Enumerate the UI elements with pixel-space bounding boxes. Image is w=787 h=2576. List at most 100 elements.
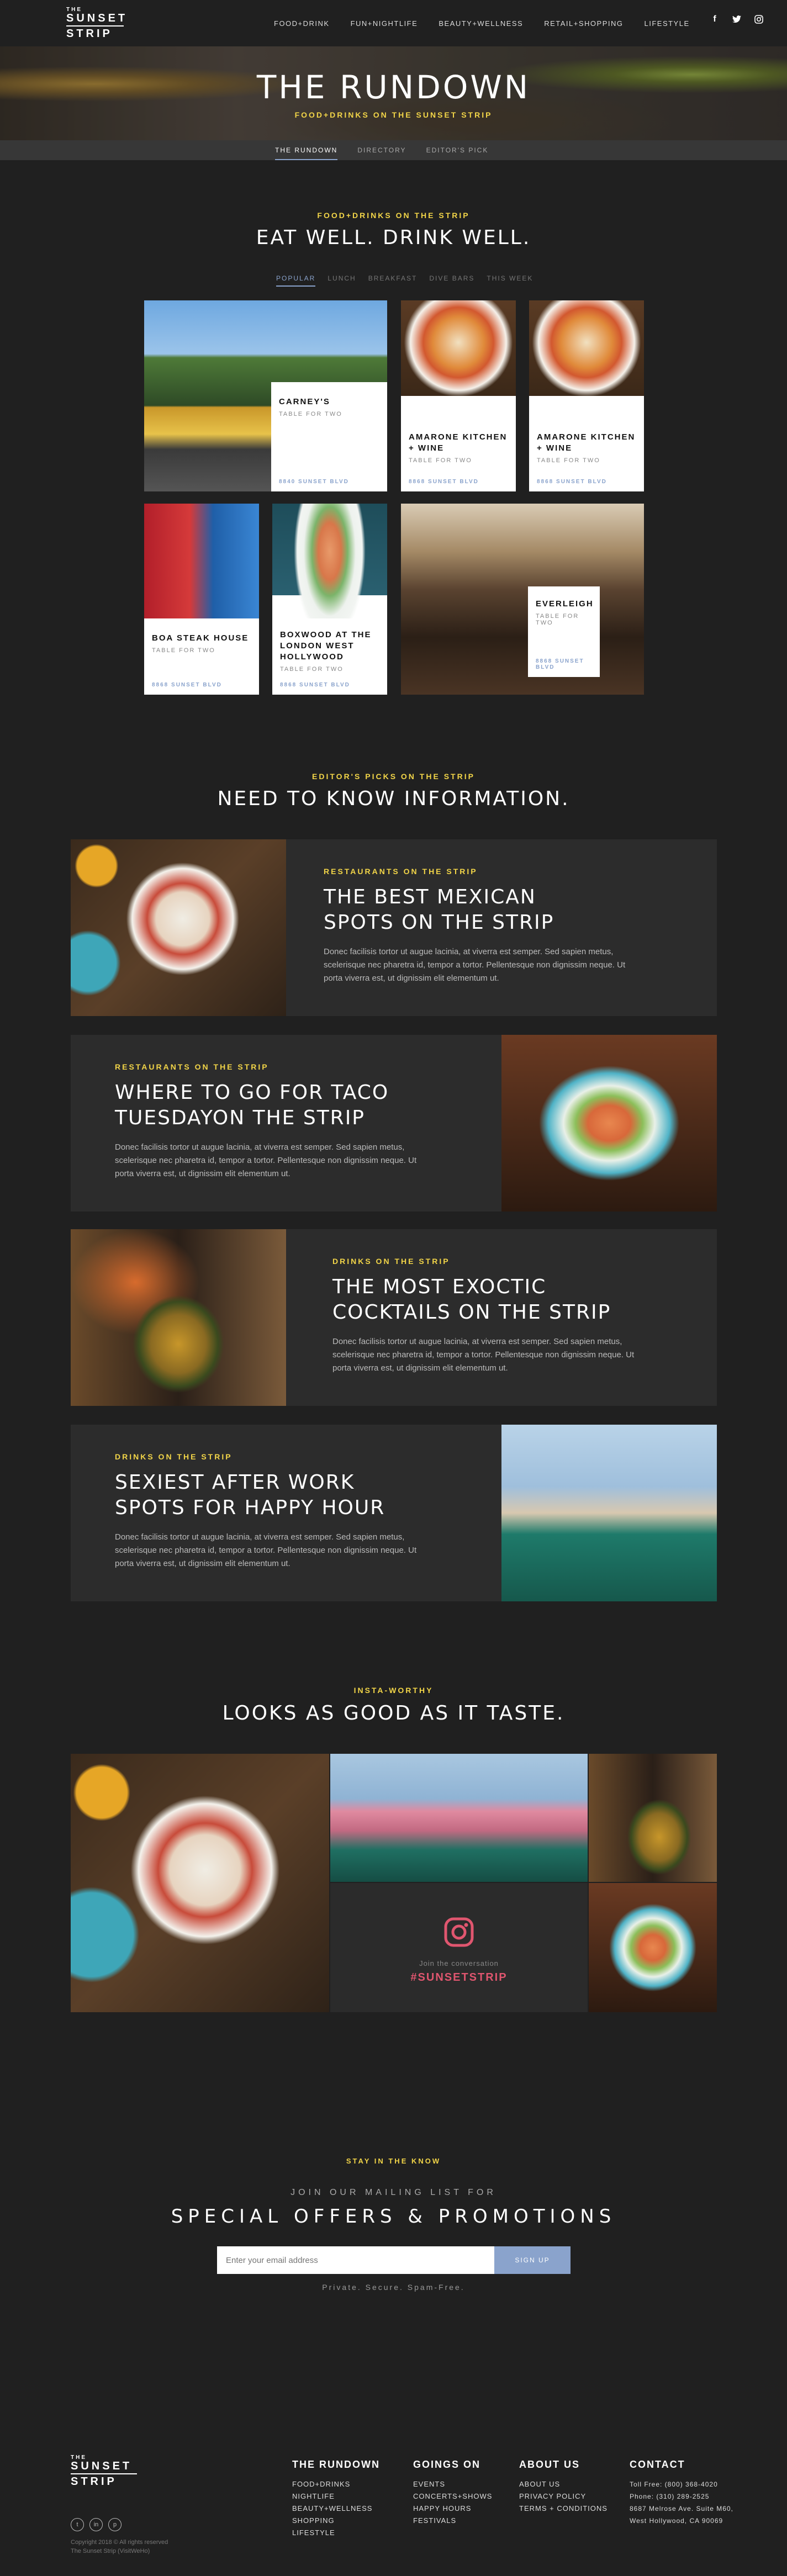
tab-directory[interactable]: DIRECTORY [357, 140, 406, 160]
insta-photo-pink-taco[interactable] [330, 1754, 588, 1882]
linkedin-icon[interactable]: in [89, 2518, 103, 2531]
footer-heading: GOINGS ON [413, 2459, 481, 2470]
footer-link[interactable]: ABOUT US [519, 2478, 608, 2490]
feature-text: RESTAURANTS ON THE STRIP WHERE TO GO FOR… [115, 1035, 435, 1212]
restaurant-card-amarone-2[interactable]: AMARONE KITCHEN + WINE TABLE FOR TWO 886… [529, 415, 644, 491]
feature-body: Donec facilisis tortor ut augue lacinia,… [324, 947, 626, 983]
feature-category: RESTAURANTS ON THE STRIP [115, 1062, 269, 1071]
restaurant-card-boxwood[interactable]: BOXWOOD AT THE LONDON WEST HOLLYWOOD TAB… [272, 618, 387, 695]
feature-image [501, 1035, 717, 1212]
feature-card-cocktails[interactable]: DRINKS ON THE STRIP THE MOST EXOCTIC COC… [71, 1229, 717, 1406]
restaurant-name: EVERLEIGH [536, 599, 594, 609]
footer-link[interactable]: BEAUTY+WELLNESS [292, 2503, 380, 2515]
footer-link[interactable]: LIFESTYLE [292, 2527, 380, 2539]
restaurant-address-link[interactable]: 8840 SUNSET BLVD [279, 479, 349, 485]
nav-food-drink[interactable]: FOOD+DRINK [274, 19, 330, 28]
logo-divider [66, 25, 124, 27]
footer-copyright: Copyright 2018 © All rights reserved The… [71, 2538, 168, 2556]
restaurant-card-carneys[interactable]: CARNEY'S TABLE FOR TWO 8840 SUNSET BLVD [271, 382, 387, 491]
facebook-icon[interactable]: f [709, 13, 721, 25]
contact-phone[interactable]: Phone: (310) 289-2525 [630, 2490, 733, 2503]
restaurant-address-link[interactable]: 8868 SUNSET BLVD [536, 658, 600, 670]
insta-eyebrow: INSTA-WORTHY [353, 1686, 434, 1695]
footer-link[interactable]: NIGHTLIFE [292, 2490, 380, 2503]
footer-link[interactable]: EVENTS [413, 2478, 492, 2490]
newsletter-note: Private. Secure. Spam-Free. [322, 2283, 465, 2292]
feature-text: DRINKS ON THE STRIP SEXIEST AFTER WORK S… [115, 1425, 435, 1601]
feature-card-happy-hour[interactable]: DRINKS ON THE STRIP SEXIEST AFTER WORK S… [71, 1425, 717, 1601]
feature-category: RESTAURANTS ON THE STRIP [324, 867, 478, 876]
restaurant-address-link[interactable]: 8868 SUNSET BLVD [152, 682, 222, 688]
tab-the-rundown[interactable]: THE RUNDOWN [275, 140, 338, 160]
footer-link[interactable]: HAPPY HOURS [413, 2503, 492, 2515]
filter-breakfast[interactable]: BREAKFAST [368, 274, 418, 287]
footer-link[interactable]: FESTIVALS [413, 2515, 492, 2527]
section-tabs: THE RUNDOWN DIRECTORY EDITOR'S PICK [0, 140, 787, 160]
hero-title: THE RUNDOWN [256, 68, 531, 106]
logo-line-2: SUNSET [71, 2460, 133, 2472]
feature-title: SEXIEST AFTER WORK SPOTS FOR HAPPY HOUR [115, 1471, 385, 1519]
nav-lifestyle[interactable]: LIFESTYLE [644, 19, 689, 28]
editors-title: NEED TO KNOW INFORMATION. [217, 787, 570, 810]
restaurant-address-link[interactable]: 8868 SUNSET BLVD [537, 479, 607, 485]
restaurant-name: CARNEY'S [279, 397, 330, 406]
restaurant-meta: TABLE FOR TWO [409, 457, 472, 464]
signup-button[interactable]: SIGN UP [494, 2246, 571, 2274]
footer-heading: THE RUNDOWN [292, 2459, 380, 2470]
feature-body: Donec facilisis tortor ut augue lacinia,… [115, 1532, 417, 1568]
contact-toll-free[interactable]: Toll Free: (800) 368-4020 [630, 2478, 733, 2490]
feature-image [71, 839, 286, 1016]
filter-this-week[interactable]: THIS WEEK [487, 274, 533, 287]
restaurant-photo-everleigh[interactable] [401, 504, 644, 695]
main-nav: FOOD+DRINK FUN+NIGHTLIFE BEAUTY+WELLNESS… [274, 0, 690, 46]
restaurant-address-link[interactable]: 8868 SUNSET BLVD [409, 479, 479, 485]
editors-eyebrow: EDITOR'S PICKS ON THE STRIP [312, 772, 475, 781]
footer-heading: CONTACT [630, 2459, 685, 2470]
tab-editors-pick[interactable]: EDITOR'S PICK [426, 140, 489, 160]
feature-image [501, 1425, 717, 1601]
feature-title: THE BEST MEXICAN SPOTS ON THE STRIP [324, 886, 554, 934]
insta-photo-mexican[interactable] [71, 1754, 329, 2012]
filter-popular[interactable]: POPULAR [276, 274, 316, 287]
restaurant-meta: TABLE FOR TWO [152, 647, 215, 654]
nav-fun-nightlife[interactable]: FUN+NIGHTLIFE [351, 19, 418, 28]
nav-retail-shopping[interactable]: RETAIL+SHOPPING [544, 19, 623, 28]
feature-text: RESTAURANTS ON THE STRIP THE BEST MEXICA… [324, 839, 644, 1016]
insta-photo-tacos[interactable] [589, 1883, 717, 2012]
restaurant-name: BOXWOOD AT THE LONDON WEST HOLLYWOOD [280, 630, 372, 662]
footer-logo[interactable]: THE SUNSET STRIP [71, 2455, 137, 2487]
nav-beauty-wellness[interactable]: BEAUTY+WELLNESS [439, 19, 523, 28]
insta-hashtag[interactable]: #SUNSETSTRIP [330, 1971, 588, 1984]
twitter-icon[interactable] [731, 13, 743, 25]
email-input[interactable] [217, 2246, 494, 2274]
instagram-icon[interactable] [753, 13, 765, 25]
pinterest-icon[interactable]: p [108, 2518, 122, 2531]
insta-photo-cocktail[interactable] [589, 1754, 717, 1882]
restaurant-name: AMARONE KITCHEN + WINE [409, 432, 508, 453]
copyright-text: Copyright 2018 © All rights reserved [71, 2539, 168, 2546]
feature-card-taco-tuesday[interactable]: RESTAURANTS ON THE STRIP WHERE TO GO FOR… [71, 1035, 717, 1212]
instagram-icon [444, 1917, 474, 1947]
logo-line-2: SUNSET [66, 12, 128, 24]
feature-title: THE MOST EXOCTIC COCKTAILS ON THE STRIP [332, 1276, 611, 1324]
site-logo[interactable]: THE SUNSET STRIP [66, 7, 128, 39]
restaurant-card-boa[interactable]: BOA STEAK HOUSE TABLE FOR TWO 8868 SUNSE… [144, 618, 259, 695]
footer-link[interactable]: SHOPPING [292, 2515, 380, 2527]
footer-link[interactable]: FOOD+DRINKS [292, 2478, 380, 2490]
filter-dive-bars[interactable]: DIVE BARS [429, 274, 474, 287]
restaurant-card-everleigh[interactable]: EVERLEIGH TABLE FOR TWO 8868 SUNSET BLVD [528, 586, 600, 677]
footer-link[interactable]: CONCERTS+SHOWS [413, 2490, 492, 2503]
footer-heading: ABOUT US [519, 2459, 580, 2470]
feature-text: DRINKS ON THE STRIP THE MOST EXOCTIC COC… [332, 1229, 653, 1406]
twitter-icon[interactable]: t [71, 2518, 84, 2531]
filter-lunch[interactable]: LUNCH [328, 274, 356, 287]
footer-link[interactable]: PRIVACY POLICY [519, 2490, 608, 2503]
insta-join-panel[interactable]: Join the conversation #SUNSETSTRIP [330, 1883, 588, 2012]
footer-social: t in p [71, 2518, 122, 2531]
restaurant-card-amarone-1[interactable]: AMARONE KITCHEN + WINE TABLE FOR TWO 886… [401, 415, 516, 491]
feature-card-mexican[interactable]: RESTAURANTS ON THE STRIP THE BEST MEXICA… [71, 839, 717, 1016]
footer-link[interactable]: TERMS + CONDITIONS [519, 2503, 608, 2515]
newsletter-join: JOIN OUR MAILING LIST FOR [290, 2188, 497, 2197]
restaurant-name: BOA STEAK HOUSE [152, 633, 249, 643]
restaurant-address-link[interactable]: 8868 SUNSET BLVD [280, 682, 350, 688]
